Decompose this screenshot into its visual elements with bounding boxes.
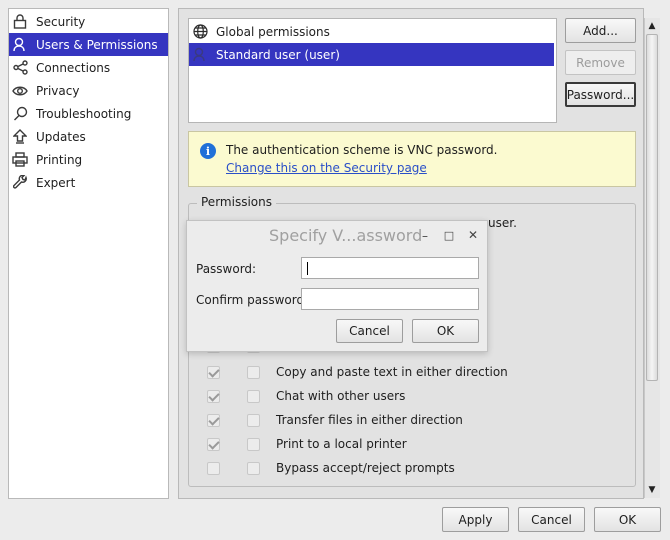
permission-col1-checkbox[interactable] bbox=[207, 438, 220, 451]
dialog-title: Specify V...assword bbox=[269, 226, 423, 245]
sidebar-item-troubleshooting[interactable]: Troubleshooting bbox=[9, 102, 168, 125]
close-icon[interactable]: ✕ bbox=[466, 228, 480, 242]
ok-button[interactable]: OK bbox=[594, 507, 661, 532]
sidebar-item-label: Users & Permissions bbox=[36, 37, 158, 52]
add-user-button[interactable]: Add... bbox=[565, 18, 636, 43]
permission-col2-checkbox[interactable] bbox=[247, 462, 260, 475]
confirm-password-input[interactable] bbox=[301, 288, 479, 310]
dialog-cancel-button[interactable]: Cancel bbox=[336, 319, 403, 343]
password-input[interactable] bbox=[301, 257, 479, 279]
apply-button[interactable]: Apply bbox=[442, 507, 509, 532]
permission-label: Chat with other users bbox=[276, 389, 406, 403]
share-icon bbox=[12, 60, 28, 76]
remove-user-button[interactable]: Remove bbox=[565, 50, 636, 75]
user-item-standard-user[interactable]: Standard user (user) bbox=[189, 43, 554, 66]
scroll-thumb[interactable] bbox=[646, 34, 658, 381]
user-icon bbox=[12, 37, 28, 53]
sidebar-item-security[interactable]: Security bbox=[9, 10, 168, 33]
dialog-ok-button[interactable]: OK bbox=[412, 319, 479, 343]
maximize-icon[interactable]: □ bbox=[442, 228, 456, 242]
permission-col2-checkbox[interactable] bbox=[247, 414, 260, 427]
permission-label: Print to a local printer bbox=[276, 437, 407, 451]
sidebar-item-label: Privacy bbox=[36, 83, 80, 98]
sidebar-item-users-permissions[interactable]: Users & Permissions bbox=[9, 33, 168, 56]
permissions-title: Permissions bbox=[197, 195, 276, 209]
permission-label: Copy and paste text in either direction bbox=[276, 365, 508, 379]
minimize-icon[interactable]: – bbox=[418, 229, 432, 243]
user-icon bbox=[192, 47, 208, 63]
permissions-description-fragment: user. bbox=[488, 216, 517, 230]
permission-label: Transfer files in either direction bbox=[276, 413, 463, 427]
auth-info-text: The authentication scheme is VNC passwor… bbox=[226, 143, 498, 157]
security-page-link[interactable]: Change this on the Security page bbox=[226, 161, 427, 175]
permission-col2-checkbox[interactable] bbox=[247, 438, 260, 451]
globe-icon bbox=[192, 24, 208, 40]
permission-col1-checkbox[interactable] bbox=[207, 390, 220, 403]
password-label: Password: bbox=[196, 262, 257, 276]
eye-icon bbox=[12, 83, 28, 99]
sidebar-item-label: Expert bbox=[36, 175, 76, 190]
lock-icon bbox=[12, 14, 28, 30]
permission-col1-checkbox[interactable] bbox=[207, 366, 220, 379]
password-button[interactable]: Password... bbox=[565, 82, 636, 107]
sidebar-item-label: Connections bbox=[36, 60, 111, 75]
permission-col1-checkbox[interactable] bbox=[207, 414, 220, 427]
user-item-label: Standard user (user) bbox=[216, 47, 340, 62]
sidebar-item-connections[interactable]: Connections bbox=[9, 56, 168, 79]
info-icon: i bbox=[200, 143, 216, 159]
sidebar-item-printing[interactable]: Printing bbox=[9, 148, 168, 171]
auth-info-box bbox=[188, 131, 636, 187]
permission-col2-checkbox[interactable] bbox=[247, 390, 260, 403]
permission-col1-checkbox[interactable] bbox=[207, 462, 220, 475]
sidebar-item-label: Updates bbox=[36, 129, 86, 144]
printer-icon bbox=[12, 152, 28, 168]
wrench-icon bbox=[12, 175, 28, 191]
user-item-global-permissions[interactable]: Global permissions bbox=[189, 20, 554, 43]
text-caret bbox=[307, 262, 308, 275]
sidebar-item-expert[interactable]: Expert bbox=[9, 171, 168, 194]
permission-label: Bypass accept/reject prompts bbox=[276, 461, 455, 475]
confirm-password-label: Confirm password: bbox=[196, 293, 309, 307]
scroll-down-icon[interactable]: ▼ bbox=[645, 483, 659, 497]
user-item-label: Global permissions bbox=[216, 24, 330, 39]
sidebar-item-label: Security bbox=[36, 14, 86, 29]
magnifier-icon bbox=[12, 106, 28, 122]
scroll-up-icon[interactable]: ▲ bbox=[645, 19, 659, 33]
sidebar-item-privacy[interactable]: Privacy bbox=[9, 79, 168, 102]
permission-col2-checkbox[interactable] bbox=[247, 366, 260, 379]
upload-arrow-icon bbox=[12, 129, 28, 145]
sidebar-item-updates[interactable]: Updates bbox=[9, 125, 168, 148]
cancel-button[interactable]: Cancel bbox=[518, 507, 585, 532]
sidebar-item-label: Troubleshooting bbox=[36, 106, 132, 121]
sidebar-item-label: Printing bbox=[36, 152, 83, 167]
